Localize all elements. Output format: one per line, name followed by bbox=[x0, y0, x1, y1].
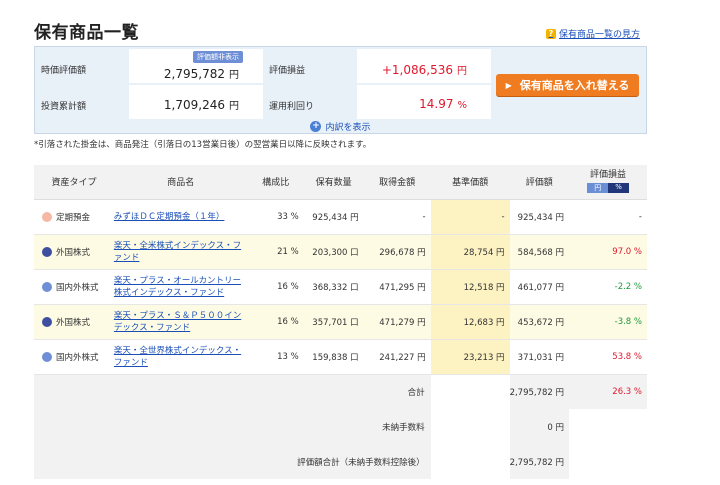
table-header-row: 資産タイプ 商品名 構成比 保有数量 取得金額 基準価額 評価額 評価損益 円 … bbox=[34, 165, 647, 200]
asset-type: 定期預金 bbox=[34, 199, 114, 235]
ratio-cell: 16 % bbox=[247, 304, 304, 340]
help-link-label: 保有商品一覧の見方 bbox=[558, 30, 640, 40]
ratio-cell: 21 % bbox=[247, 234, 304, 270]
unpaid-fee-label: 未納手数料 bbox=[34, 409, 431, 444]
plus-icon: + bbox=[310, 121, 322, 132]
pl-cell: -3.8 % bbox=[569, 304, 647, 340]
value-cell: 925,434 円 bbox=[509, 199, 570, 235]
col-pl: 評価損益 円 % bbox=[569, 165, 647, 200]
pl-cell: 53.8 % bbox=[569, 339, 647, 375]
pl-cell: -2.2 % bbox=[569, 269, 647, 305]
col-product-name: 商品名 bbox=[113, 165, 248, 200]
value-cell: 461,077 円 bbox=[509, 269, 570, 305]
quantity-cell: 357,701 口 bbox=[303, 304, 364, 340]
asset-color-dot bbox=[42, 212, 52, 222]
help-link[interactable]: ? 保有商品一覧の見方 bbox=[545, 27, 640, 40]
ratio-cell: 16 % bbox=[247, 269, 304, 305]
table-row: 定期預金 みずほＤＣ定期預金（１年） 33 % 925,434 円 - -925,434 … bbox=[34, 199, 647, 235]
product-link[interactable]: 楽天・プラス・オールカントリー株式インデックス・ファンド bbox=[114, 275, 248, 299]
base-price-cell: 12,683 円 bbox=[430, 304, 510, 340]
pl-value: +1,086,536 円 bbox=[381, 63, 467, 77]
total-pl: 26.3 % bbox=[569, 374, 647, 409]
asset-color-dot bbox=[42, 352, 52, 362]
product-name: 楽天・全米株式インデックス・ファンド bbox=[113, 234, 248, 270]
investment-value: 1,709,246 円 bbox=[163, 98, 239, 112]
return-value: 14.97% bbox=[419, 97, 467, 111]
holdings-table: 資産タイプ 商品名 構成比 保有数量 取得金額 基準価額 評価額 評価損益 円 … bbox=[34, 165, 647, 479]
asset-type: 外国株式 bbox=[34, 304, 114, 340]
pl-pct-option[interactable]: % bbox=[608, 183, 629, 194]
asset-type: 外国株式 bbox=[34, 234, 114, 270]
ratio-cell: 13 % bbox=[247, 339, 304, 375]
product-link[interactable]: 楽天・全世界株式インデックス・ファンド bbox=[114, 345, 248, 369]
value-cell: 584,568 円 bbox=[509, 234, 570, 270]
ratio-cell: 33 % bbox=[247, 199, 304, 235]
pl-yen-option[interactable]: 円 bbox=[587, 183, 609, 194]
asset-color-dot bbox=[42, 317, 52, 327]
product-link[interactable]: 楽天・全米株式インデックス・ファンド bbox=[114, 240, 248, 264]
help-icon: ? bbox=[545, 28, 556, 39]
reflection-note: *引落された掛金は、商品発注（引落日の13営業日後）の翌営業日以降に反映されます… bbox=[34, 140, 372, 150]
total-value: 2,795,782 円 bbox=[509, 374, 570, 409]
unpaid-fee-row: 未納手数料 0 円 bbox=[34, 409, 647, 444]
base-price-cell: 23,213 円 bbox=[430, 339, 510, 375]
quantity-cell: 203,300 口 bbox=[303, 234, 364, 270]
unpaid-fee-value: 0 円 bbox=[509, 409, 570, 444]
table-row: 外国株式 楽天・全米株式インデックス・ファンド 21 % 203,300 口 296,6… bbox=[34, 234, 647, 270]
col-ratio: 構成比 bbox=[247, 165, 304, 200]
col-base-price: 基準価額 bbox=[430, 165, 510, 200]
pl-unit-toggle[interactable]: 円 % bbox=[587, 183, 629, 194]
asset-color-dot bbox=[42, 247, 52, 257]
show-breakdown-link[interactable]: + 内訳を表示 bbox=[35, 120, 646, 133]
product-link[interactable]: みずほＤＣ定期預金（１年） bbox=[114, 211, 248, 223]
total-row: 合計 2,795,782 円 26.3 % bbox=[34, 374, 647, 409]
product-name: 楽天・プラス・Ｓ＆Ｐ５００インデックス・ファンド bbox=[113, 304, 248, 340]
asset-type: 国内外株式 bbox=[34, 269, 114, 305]
pl-cell: - bbox=[569, 199, 647, 235]
col-asset-type: 資産タイプ bbox=[34, 165, 114, 200]
grand-total-label: 評価額合計（未納手数料控除後） bbox=[34, 444, 431, 479]
chevron-right-icon: ▶ bbox=[505, 80, 512, 90]
product-name: 楽天・プラス・オールカントリー株式インデックス・ファンド bbox=[113, 269, 248, 305]
value-cell: 453,672 円 bbox=[509, 304, 570, 340]
grand-total-row: 評価額合計（未納手数料控除後） 2,795,782 円 bbox=[34, 444, 647, 479]
base-price-cell: 12,518 円 bbox=[430, 269, 510, 305]
grand-total-value: 2,795,782 円 bbox=[509, 444, 570, 479]
product-name: みずほＤＣ定期預金（１年） bbox=[113, 199, 248, 235]
pl-label: 評価損益 bbox=[269, 66, 306, 76]
return-label: 運用利回り bbox=[269, 102, 315, 112]
product-name: 楽天・全世界株式インデックス・ファンド bbox=[113, 339, 248, 375]
cost-cell: 296,678 円 bbox=[363, 234, 431, 270]
quantity-cell: 159,838 口 bbox=[303, 339, 364, 375]
page-title: 保有商品一覧 bbox=[34, 23, 139, 43]
market-value: 2,795,782 円 bbox=[163, 67, 239, 81]
product-link[interactable]: 楽天・プラス・Ｓ＆Ｐ５００インデックス・ファンド bbox=[114, 310, 248, 334]
table-row: 国内外株式 楽天・プラス・オールカントリー株式インデックス・ファンド 16 % 368… bbox=[34, 269, 647, 305]
swap-holdings-button[interactable]: ▶ 保有商品を入れ替える bbox=[496, 74, 639, 96]
base-price-cell: 28,754 円 bbox=[430, 234, 510, 270]
asset-type: 国内外株式 bbox=[34, 339, 114, 375]
col-quantity: 保有数量 bbox=[303, 165, 364, 200]
cost-cell: 241,227 円 bbox=[363, 339, 431, 375]
hide-value-toggle[interactable]: 評価額非表示 bbox=[193, 51, 243, 63]
cost-cell: 471,279 円 bbox=[363, 304, 431, 340]
cost-cell: - bbox=[363, 199, 431, 235]
cost-cell: 471,295 円 bbox=[363, 269, 431, 305]
col-value: 評価額 bbox=[509, 165, 570, 200]
pl-cell: 97.0 % bbox=[569, 234, 647, 270]
table-row: 外国株式 楽天・プラス・Ｓ＆Ｐ５００インデックス・ファンド 16 % 357,701 … bbox=[34, 304, 647, 340]
col-pl-label: 評価損益 bbox=[590, 170, 627, 181]
base-price-cell: - bbox=[430, 199, 510, 235]
asset-color-dot bbox=[42, 282, 52, 292]
value-cell: 371,031 円 bbox=[509, 339, 570, 375]
investment-label: 投資累計額 bbox=[41, 102, 87, 112]
summary-panel: 時価評価額 投資累計額 評価額非表示 2,795,782 円 1,709,246 円… bbox=[34, 46, 647, 134]
quantity-cell: 368,332 口 bbox=[303, 269, 364, 305]
total-label: 合計 bbox=[34, 374, 431, 409]
market-value-label: 時価評価額 bbox=[41, 66, 87, 76]
table-row: 国内外株式 楽天・全世界株式インデックス・ファンド 13 % 159,838 口 241… bbox=[34, 339, 647, 375]
col-cost: 取得金額 bbox=[363, 165, 431, 200]
quantity-cell: 925,434 円 bbox=[303, 199, 364, 235]
